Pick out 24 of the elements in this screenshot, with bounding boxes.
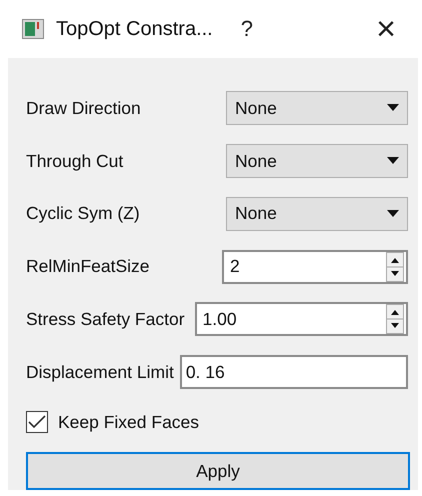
spin-box[interactable]: 1.00 [194, 302, 408, 336]
checkbox[interactable] [26, 411, 48, 434]
spin-box[interactable]: 2 [222, 250, 408, 284]
window-title: TopOpt Constra... [56, 18, 213, 40]
dropdown[interactable]: None [226, 144, 408, 178]
help-button[interactable]: ? [240, 16, 253, 42]
field-label: Cyclic Sym (Z) [26, 203, 140, 224]
input-field[interactable]: 0. 16 [180, 355, 408, 390]
dropdown-arrow-icon [387, 104, 399, 112]
dropdown[interactable]: None [226, 196, 408, 231]
spin-arrows-icon[interactable] [386, 252, 404, 282]
app-icon [22, 19, 44, 39]
field-label: Stress Safety Factor [26, 308, 185, 330]
field-label: Through Cut [26, 150, 124, 172]
close-button[interactable]: × [376, 12, 396, 46]
field-label: Displacement Limit [26, 362, 174, 383]
dropdown-arrow-icon [387, 157, 399, 166]
checkbox-label: Keep Fixed Faces [58, 412, 200, 433]
dropdown-arrow-icon [387, 210, 399, 218]
dropdown[interactable]: None [226, 91, 408, 126]
field-label: Draw Direction [26, 98, 141, 119]
spin-arrows-icon[interactable] [386, 304, 404, 334]
apply-button[interactable]: Apply [26, 452, 410, 490]
field-label: RelMinFeatSize [26, 256, 150, 278]
